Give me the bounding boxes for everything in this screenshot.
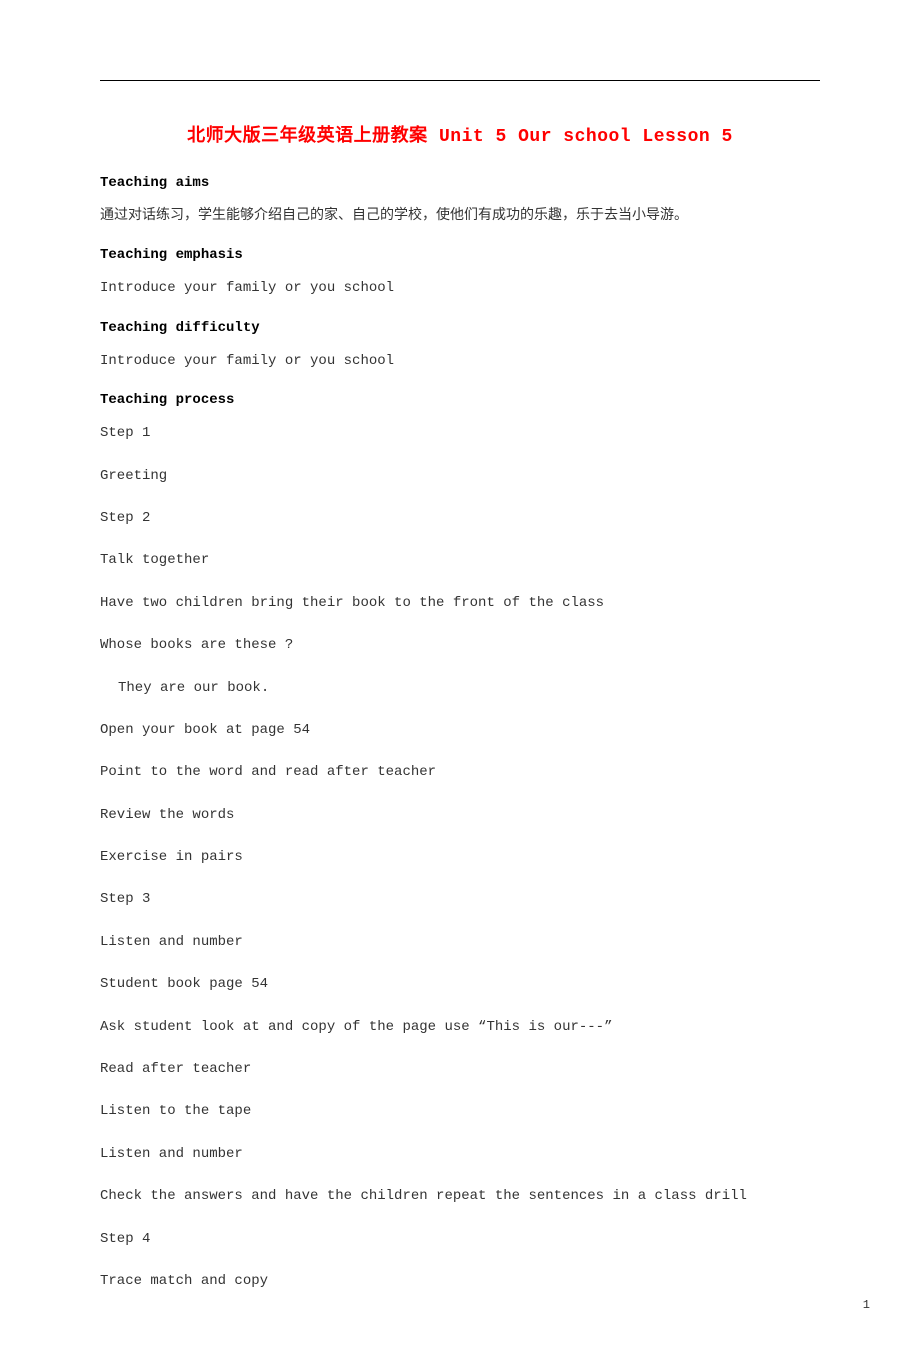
process-line: Greeting	[100, 465, 820, 487]
process-line: Student book page 54	[100, 973, 820, 995]
process-line: Step 2	[100, 507, 820, 529]
process-line: Trace match and copy	[100, 1270, 820, 1292]
process-line: Listen and number	[100, 1143, 820, 1165]
process-line: Check the answers and have the children …	[100, 1185, 820, 1207]
page-top-divider	[100, 80, 820, 81]
teaching-emphasis-content: Introduce your family or you school	[100, 277, 820, 299]
process-line: Point to the word and read after teacher	[100, 761, 820, 783]
process-line: Step 1	[100, 422, 820, 444]
teaching-process-content: Step 1 Greeting Step 2 Talk together Have tw…	[100, 422, 820, 1292]
process-line: Step 3	[100, 888, 820, 910]
teaching-emphasis-heading: Teaching emphasis	[100, 247, 820, 263]
process-line: Listen to the tape	[100, 1100, 820, 1122]
process-line: Open your book at page 54	[100, 719, 820, 741]
process-line: Ask student look at and copy of the page…	[100, 1016, 820, 1038]
teaching-difficulty-heading: Teaching difficulty	[100, 320, 820, 336]
teaching-process-heading: Teaching process	[100, 392, 820, 408]
process-line: They are our book.	[100, 677, 820, 699]
process-line: Step 4	[100, 1228, 820, 1250]
process-line: Have two children bring their book to th…	[100, 592, 820, 614]
process-line: Whose books are these ?	[100, 634, 820, 656]
process-line: Exercise in pairs	[100, 846, 820, 868]
document-title: 北师大版三年级英语上册教案 Unit 5 Our school Lesson 5	[100, 121, 820, 147]
process-line: Review the words	[100, 804, 820, 826]
teaching-aims-content: 通过对话练习，学生能够介绍自己的家、自己的学校，使他们有成功的乐趣，乐于去当小导…	[100, 205, 820, 227]
process-line: Talk together	[100, 549, 820, 571]
teaching-aims-heading: Teaching aims	[100, 175, 820, 191]
teaching-difficulty-content: Introduce your family or you school	[100, 350, 820, 372]
page-number: 1	[863, 1298, 870, 1312]
process-line: Read after teacher	[100, 1058, 820, 1080]
process-line: Listen and number	[100, 931, 820, 953]
